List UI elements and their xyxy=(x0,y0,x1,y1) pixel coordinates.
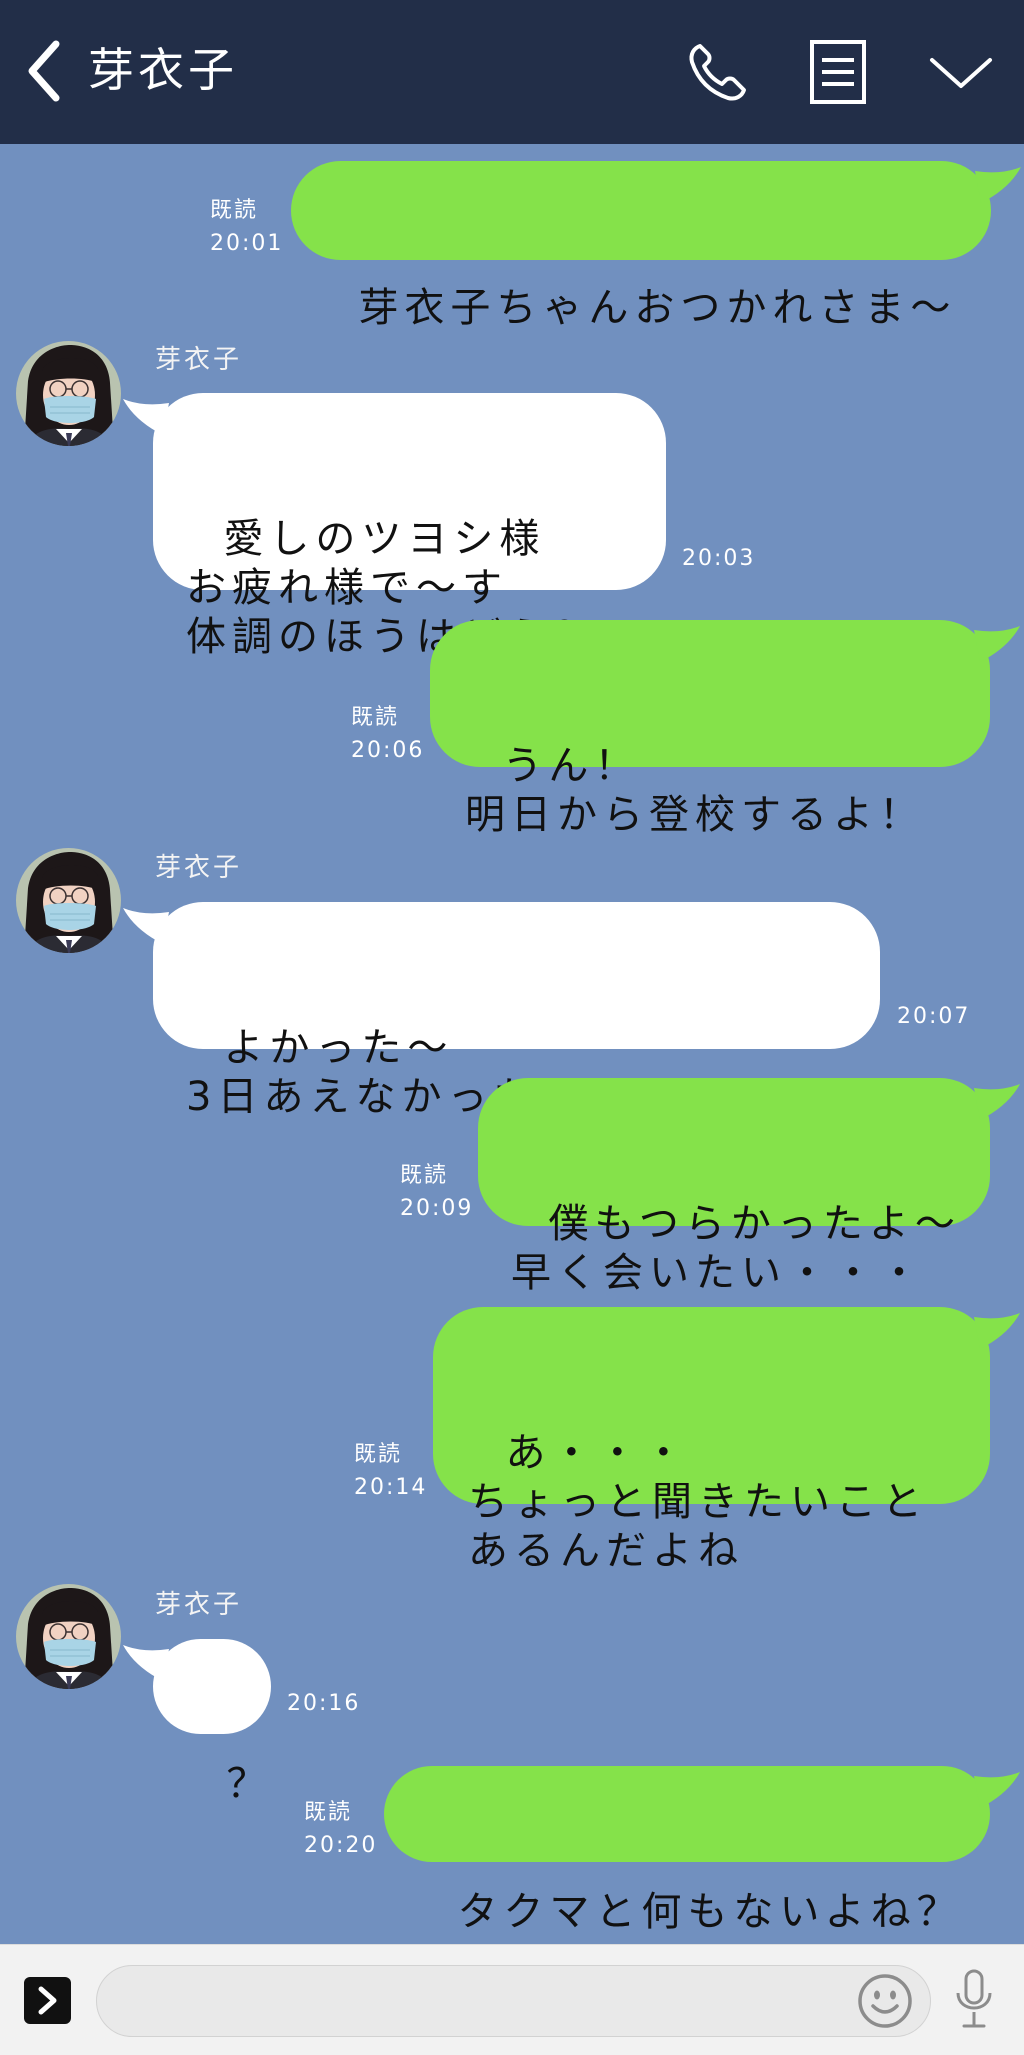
read-label: 既読 xyxy=(210,198,259,223)
message-time: 20:07 xyxy=(897,1004,971,1029)
sent-message-bubble[interactable]: うん！ 明日から登校するよ！ xyxy=(430,620,1020,838)
chat-header: 芽衣子 xyxy=(0,0,1024,144)
received-message-bubble[interactable]: 愛しのツヨシ様 お疲れ様で～す 体調のほうはどう？ xyxy=(123,393,666,660)
bubble-tail xyxy=(974,1313,1020,1349)
chevron-down-icon[interactable] xyxy=(928,56,994,90)
message-text: 僕もつらかったよ～ 早く会いたい・・・ xyxy=(511,1201,961,1296)
received-message-bubble[interactable]: ？ xyxy=(123,1639,271,1807)
sent-message-bubble[interactable]: 芽衣子ちゃんおつかれさま～ xyxy=(291,161,1021,331)
chevron-left-icon[interactable] xyxy=(24,38,64,104)
avatar[interactable] xyxy=(16,341,121,446)
read-label: 既読 xyxy=(354,1442,403,1467)
phone-icon[interactable] xyxy=(686,40,748,104)
bubble-tail xyxy=(123,1645,169,1681)
sent-message-bubble[interactable]: タクマと何もないよね？ xyxy=(384,1766,1020,1935)
sent-message-bubble[interactable]: 僕もつらかったよ～ 早く会いたい・・・ xyxy=(478,1078,1020,1296)
avatar[interactable] xyxy=(16,1584,121,1689)
bubble-tail xyxy=(974,1772,1020,1808)
message-time: 20:16 xyxy=(287,1691,361,1716)
read-label: 既読 xyxy=(400,1163,449,1188)
read-receipt: 既読 20:06 xyxy=(351,701,424,767)
read-receipt: 既読 20:14 xyxy=(354,1438,427,1504)
read-label: 既読 xyxy=(351,705,400,730)
microphone-icon[interactable] xyxy=(954,1969,994,2031)
smiley-icon[interactable] xyxy=(856,1972,914,2030)
list-icon[interactable] xyxy=(810,40,866,104)
message-time: 20:09 xyxy=(400,1196,474,1221)
message-input-bar xyxy=(0,1944,1024,2055)
message-text: あ・・・ ちょっと聞きたいこと あるんだよね xyxy=(468,1430,928,1574)
message-time: 20:06 xyxy=(351,738,425,763)
bubble-tail xyxy=(974,1084,1020,1120)
sender-name: 芽衣子 xyxy=(155,1590,243,1620)
read-receipt: 既読 20:20 xyxy=(304,1796,377,1862)
message-time: 20:20 xyxy=(304,1833,378,1858)
read-label: 既読 xyxy=(304,1800,353,1825)
message-time: 20:01 xyxy=(210,231,284,256)
message-text: ？ xyxy=(226,1761,273,1807)
chevron-right-icon xyxy=(38,1986,57,2015)
sent-message-bubble[interactable]: あ・・・ ちょっと聞きたいこと あるんだよね xyxy=(433,1307,1020,1574)
bubble-tail xyxy=(974,626,1020,662)
expand-menu-button[interactable] xyxy=(24,1977,71,2024)
read-receipt: 既読 20:09 xyxy=(400,1159,473,1225)
avatar[interactable] xyxy=(16,848,121,953)
bubble-tail xyxy=(123,908,169,944)
message-text: 芽衣子ちゃんおつかれさま～ xyxy=(358,285,957,331)
message-time: 20:03 xyxy=(682,546,756,571)
chat-title: 芽衣子 xyxy=(88,43,238,97)
sender-name: 芽衣子 xyxy=(155,853,243,883)
read-receipt: 既読 20:01 xyxy=(210,194,283,260)
received-message-bubble[interactable]: よかった～ 3日あえなかったのはつらたん xyxy=(123,902,880,1120)
bubble-tail xyxy=(975,167,1021,203)
message-time: 20:14 xyxy=(354,1475,428,1500)
message-text: タクマと何もないよね？ xyxy=(457,1889,963,1935)
bubble-tail xyxy=(123,399,169,435)
sender-name: 芽衣子 xyxy=(155,345,243,375)
message-input[interactable] xyxy=(96,1965,931,2037)
message-text: うん！ 明日から登校するよ！ xyxy=(465,743,925,838)
